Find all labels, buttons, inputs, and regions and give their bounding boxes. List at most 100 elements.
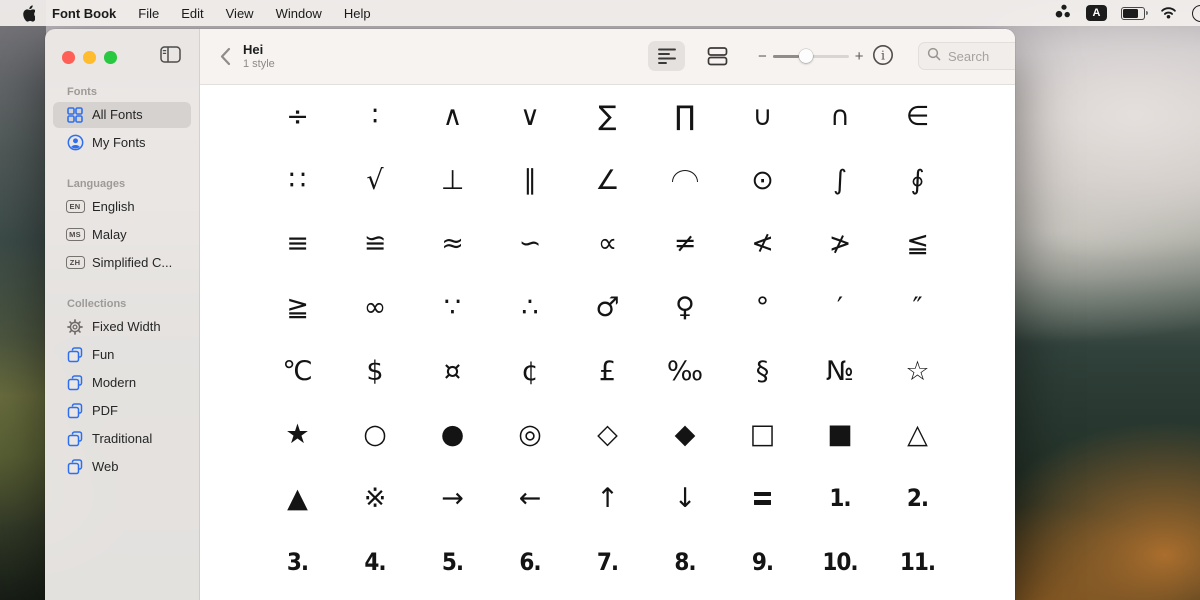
- glyph-cell[interactable]: [646, 149, 724, 213]
- glyph-cell[interactable]: ∩: [801, 85, 879, 149]
- wifi-icon[interactable]: [1159, 4, 1178, 22]
- glyph-cell[interactable]: ●: [414, 403, 492, 467]
- sidebar-item-pdf[interactable]: PDF: [53, 398, 191, 424]
- zoom-out-button[interactable]: −: [752, 48, 773, 65]
- glyph-cell[interactable]: 7.: [569, 530, 647, 594]
- sidebar-item-simplified-c[interactable]: ZHSimplified C...: [53, 250, 191, 276]
- back-button[interactable]: [216, 43, 235, 70]
- glyph-cell[interactable]: 10.: [801, 530, 879, 594]
- glyph-cell[interactable]: 3.: [259, 530, 337, 594]
- glyph-cell[interactable]: ⊙: [724, 149, 802, 213]
- glyph-cell[interactable]: △: [879, 403, 957, 467]
- sidebar-item-malay[interactable]: MSMalay: [53, 222, 191, 248]
- glyph-cell[interactable]: ☆: [879, 339, 957, 403]
- glyph-cell[interactable]: ≈: [414, 212, 492, 276]
- glyph-cell[interactable]: ″: [879, 276, 957, 340]
- glyph-cell[interactable]: ∷: [259, 149, 337, 213]
- glyph-cell[interactable]: ■: [801, 403, 879, 467]
- glyph-cell[interactable]: ◇: [569, 403, 647, 467]
- glyph-cell[interactable]: □: [724, 403, 802, 467]
- glyph-cell[interactable]: ′: [801, 276, 879, 340]
- glyph-cell[interactable]: ←: [491, 467, 569, 531]
- glyph-cell[interactable]: ≦: [879, 212, 957, 276]
- close-button[interactable]: [62, 51, 75, 64]
- glyph-cell[interactable]: √: [336, 149, 414, 213]
- glyph-cell[interactable]: ↓: [646, 467, 724, 531]
- sidebar-item-english[interactable]: ENEnglish: [53, 194, 191, 220]
- glyph-cell[interactable]: ¢: [491, 339, 569, 403]
- siri-icon[interactable]: [1192, 5, 1200, 22]
- info-button[interactable]: i: [872, 44, 894, 71]
- glyph-cell[interactable]: ≌: [336, 212, 414, 276]
- glyph-cell[interactable]: 4.: [336, 530, 414, 594]
- menu-item-window[interactable]: Window: [265, 6, 333, 21]
- glyph-cell[interactable]: ∵: [414, 276, 492, 340]
- glyph-cell[interactable]: ∥: [491, 149, 569, 213]
- glyph-cell[interactable]: ↑: [569, 467, 647, 531]
- slider-knob[interactable]: [799, 49, 813, 63]
- glyph-cell[interactable]: ∞: [336, 276, 414, 340]
- glyph-cell[interactable]: ◆: [646, 403, 724, 467]
- glyph-cell[interactable]: ♀: [646, 276, 724, 340]
- glyph-cell[interactable]: 11.: [879, 530, 957, 594]
- glyph-cell[interactable]: 9.: [724, 530, 802, 594]
- glyph-cell[interactable]: ※: [336, 467, 414, 531]
- glyph-cell[interactable]: ∈: [879, 85, 957, 149]
- glyph-cell[interactable]: ∶: [336, 85, 414, 149]
- glyph-cell[interactable]: £: [569, 339, 647, 403]
- sidebar-toggle-icon[interactable]: [160, 46, 181, 68]
- glyph-cell[interactable]: →: [414, 467, 492, 531]
- input-source-icon[interactable]: A: [1086, 5, 1107, 21]
- sidebar-item-traditional[interactable]: Traditional: [53, 426, 191, 452]
- sidebar-item-web[interactable]: Web: [53, 454, 191, 480]
- sidebar-item-modern[interactable]: Modern: [53, 370, 191, 396]
- glyph-cell[interactable]: °: [724, 276, 802, 340]
- glyph-cell[interactable]: ∮: [879, 149, 957, 213]
- glyph-cell[interactable]: ‰: [646, 339, 724, 403]
- glyph-cell[interactable]: ∑: [569, 85, 647, 149]
- glyph-cell[interactable]: ≠: [646, 212, 724, 276]
- glyph-cell[interactable]: 6.: [491, 530, 569, 594]
- search-input[interactable]: [946, 48, 1015, 65]
- minimize-button[interactable]: [83, 51, 96, 64]
- glyph-cell[interactable]: ≧: [259, 276, 337, 340]
- glyph-cell[interactable]: ℃: [259, 339, 337, 403]
- glyph-cell[interactable]: ★: [259, 403, 337, 467]
- sidebar-item-my-fonts[interactable]: My Fonts: [53, 130, 191, 156]
- sample-view-button[interactable]: [648, 41, 685, 71]
- search-field[interactable]: [918, 42, 1015, 70]
- apple-menu-icon[interactable]: [20, 5, 35, 22]
- sidebar-item-fixed-width[interactable]: Fixed Width: [53, 314, 191, 340]
- glyph-cell[interactable]: ∫: [801, 149, 879, 213]
- glyph-cell[interactable]: ○: [336, 403, 414, 467]
- glyph-cell[interactable]: ♂: [569, 276, 647, 340]
- glyph-cell[interactable]: 5.: [414, 530, 492, 594]
- glyph-cell[interactable]: ∏: [646, 85, 724, 149]
- menu-item-help[interactable]: Help: [333, 6, 382, 21]
- glyph-cell[interactable]: 2.: [879, 467, 957, 531]
- glyph-cell[interactable]: ÷: [259, 85, 337, 149]
- sidebar-item-all-fonts[interactable]: All Fonts: [53, 102, 191, 128]
- glyph-cell[interactable]: 8.: [646, 530, 724, 594]
- glyph-cell[interactable]: ∨: [491, 85, 569, 149]
- glyph-cell[interactable]: ∪: [724, 85, 802, 149]
- list-view-button[interactable]: [699, 41, 736, 71]
- glyph-cell[interactable]: ≡: [259, 212, 337, 276]
- glyph-cell[interactable]: ∴: [491, 276, 569, 340]
- menu-item-file[interactable]: File: [127, 6, 170, 21]
- menu-item-edit[interactable]: Edit: [170, 6, 214, 21]
- size-slider[interactable]: [773, 42, 849, 70]
- glyph-cell[interactable]: ⊥: [414, 149, 492, 213]
- glyph-cell[interactable]: §: [724, 339, 802, 403]
- glyph-cell[interactable]: $: [336, 339, 414, 403]
- glyph-cell[interactable]: ▲: [259, 467, 337, 531]
- glyph-cell[interactable]: ≮: [724, 212, 802, 276]
- battery-icon[interactable]: [1121, 7, 1145, 20]
- glyph-cell[interactable]: 1.: [801, 467, 879, 531]
- glyph-cell[interactable]: ∽: [491, 212, 569, 276]
- glyph-cell[interactable]: ¤: [414, 339, 492, 403]
- glyph-cell[interactable]: ≯: [801, 212, 879, 276]
- glyph-cell[interactable]: ◎: [491, 403, 569, 467]
- menu-app-name[interactable]: Font Book: [41, 6, 127, 21]
- glyph-cell[interactable]: ∠: [569, 149, 647, 213]
